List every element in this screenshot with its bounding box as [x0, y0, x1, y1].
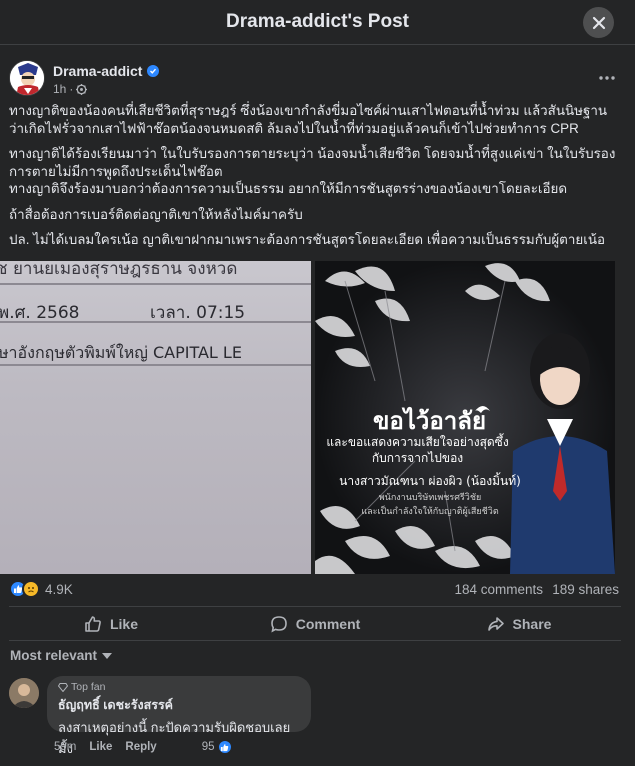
document-text: ษาอังกฤษตัวพิมพ์ใหญ่ CAPITAL LE	[0, 343, 242, 362]
post-media: ช ยานยเมองสุราษฎรธาน จงหวด พ.ศ. 2568 เวล…	[0, 261, 635, 574]
commenter-avatar[interactable]	[9, 678, 39, 708]
comments-count[interactable]: 184 comments	[454, 582, 543, 597]
comment-meta: 59m Like Reply 95	[54, 739, 233, 755]
memorial-name: นางสาวมัณฑนา ผ่องผิว (น้องมิ้นท์)	[339, 474, 521, 488]
document-rule	[0, 283, 311, 285]
memorial-image[interactable]: ขอไว้อาลัย และขอแสดงความเสียใจอย่างสุดซึ…	[315, 261, 615, 574]
diamond-icon	[58, 682, 68, 692]
like-reaction-icon	[216, 739, 233, 755]
comment-likes[interactable]: 95	[202, 739, 233, 755]
share-label: Share	[512, 615, 552, 632]
comment-sort-dropdown[interactable]: Most relevant	[10, 648, 113, 663]
sort-label: Most relevant	[10, 648, 98, 663]
meta-separator: ·	[69, 82, 74, 96]
more-options-icon	[599, 76, 615, 80]
like-button[interactable]: Like	[9, 607, 213, 640]
memorial-subtitle: กับการจากไปของ	[371, 451, 464, 465]
comment-like-button[interactable]: Like	[89, 741, 112, 753]
post-actions: Like Comment Share	[9, 606, 621, 641]
top-fan-label: Top fan	[71, 681, 106, 693]
comment-bubble: Top fan ธัญฤทธิ์ เดชะรังสรรค์ ลงสาเหตุอย…	[47, 676, 311, 756]
thumbs-up-icon	[85, 615, 101, 632]
post-paragraph: ถ้าสื่อต้องการเบอร์ติดต่อญาติเขาให้หลังไ…	[9, 206, 303, 222]
memorial-condolence: และเป็นกำลังใจให้กับญาติผู้เสียชีวิต	[361, 507, 499, 517]
author-avatar[interactable]	[9, 60, 45, 96]
post-options-button[interactable]	[595, 66, 619, 90]
reaction-count: 4.9K	[45, 581, 73, 597]
top-fan-badge: Top fan	[58, 681, 300, 693]
close-icon	[592, 16, 605, 29]
like-label: Like	[109, 615, 138, 632]
verified-badge-icon	[147, 65, 160, 77]
post-header: Drama-addict 1h ·	[9, 58, 627, 98]
memorial-job: พนักงานบริษัทเพชรศรีวิชัย	[378, 493, 482, 503]
comment-icon	[270, 615, 287, 633]
post-paragraph: ทางญาติของน้องคนที่เสียชีวิตที่สุราษฎร์ …	[9, 103, 608, 136]
post-time[interactable]: 1h	[53, 82, 66, 96]
dialog-title: Drama-addict's Post	[226, 11, 409, 32]
comment-reply-button[interactable]: Reply	[125, 741, 156, 753]
post-paragraph: ทางญาติได้ร้องเรียนมาว่า ในใบรับรองการตา…	[9, 146, 616, 196]
document-rule	[0, 321, 311, 323]
share-button[interactable]: Share	[417, 607, 621, 640]
sad-reaction-icon	[22, 580, 40, 598]
document-rule	[0, 364, 311, 366]
author-name-row: Drama-addict	[53, 63, 160, 79]
share-icon	[487, 616, 504, 631]
commenter-name[interactable]: ธัญฤทธิ์ เดชะรังสรรค์	[58, 695, 300, 715]
post-body: ทางญาติของน้องคนที่เสียชีวิตที่สุราษฎร์ …	[9, 102, 619, 257]
comment-like-count: 95	[201, 741, 215, 753]
post-meta: 1h ·	[53, 82, 88, 96]
document-text: ช ยานยเมองสุราษฎรธาน จงหวด	[0, 261, 238, 279]
document-photo[interactable]: ช ยานยเมองสุราษฎรธาน จงหวด พ.ศ. 2568 เวล…	[0, 261, 311, 574]
dialog-header: Drama-addict's Post	[0, 0, 635, 45]
post-stats: 4.9K 184 comments 189 shares	[9, 580, 621, 600]
reactions-summary[interactable]: 4.9K	[9, 580, 73, 598]
comment-time[interactable]: 59m	[54, 741, 76, 753]
comment-label: Comment	[295, 615, 361, 632]
close-button[interactable]	[583, 7, 614, 38]
post-paragraph: ปล. ไม่ได้เบลมใครเน้อ ญาติเขาฝากมาเพราะต…	[9, 232, 606, 247]
author-name[interactable]: Drama-addict	[53, 63, 142, 79]
comment-button[interactable]: Comment	[213, 607, 417, 640]
shares-count[interactable]: 189 shares	[552, 582, 619, 597]
privacy-settings-icon	[76, 83, 88, 95]
chevron-down-icon	[102, 652, 113, 659]
